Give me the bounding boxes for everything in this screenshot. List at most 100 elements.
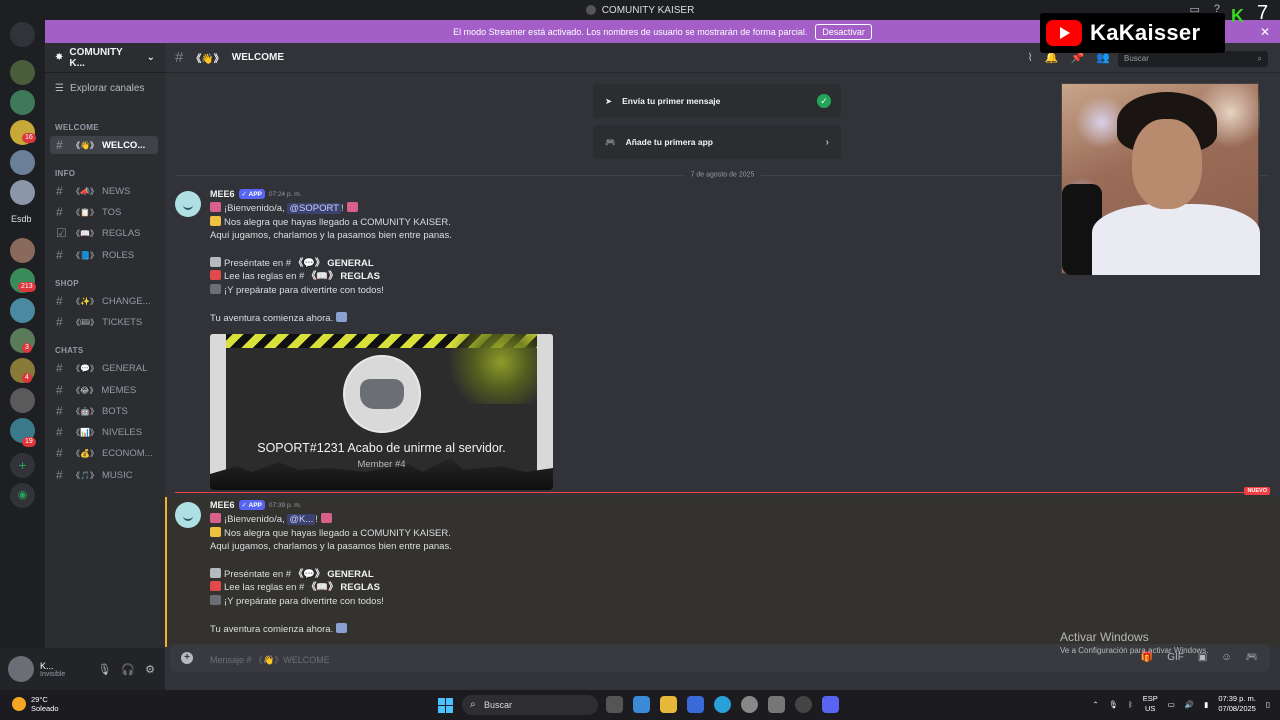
author-name[interactable]: MEE6 [210,189,235,199]
channel-label: NIVELES [101,426,143,438]
avatar[interactable] [8,656,34,682]
unread-badge: 213 [18,282,36,292]
gear-icon[interactable]: ⚙ [145,663,155,676]
channel-general[interactable]: # 《💬》 GENERAL [50,359,158,377]
microphone-icon[interactable]: 🎙 [1109,700,1119,709]
channel-change[interactable]: # 《✨》 CHANGE... [50,292,158,310]
channel-tos[interactable]: # 《📋》 TOS [50,203,158,221]
search-input[interactable]: Buscar ⌕ [1118,51,1268,67]
channel-niveles[interactable]: # 《📊》 NIVELES [50,423,158,441]
close-icon[interactable]: ✕ [1260,25,1270,39]
channel-tickets[interactable]: # 《🎟》 TICKETS [50,313,158,331]
language-indicator[interactable]: ESP US [1143,694,1158,714]
weather-widget[interactable]: 29°C Soleado [12,695,59,713]
explore-servers-icon[interactable]: ◉ [10,483,35,508]
sparkles-icon [210,595,221,606]
server-icon[interactable] [10,150,35,175]
message: MEE6 ✓ APP 07:39 p. m. ¡Bienvenido/a, @K… [175,500,1265,645]
channel-label: GENERAL [101,362,148,374]
bluetooth-icon[interactable]: ᛒ [1128,700,1133,709]
server-icon[interactable] [10,238,35,263]
channel-news[interactable]: # 《📣》 NEWS [50,182,158,200]
avatar[interactable] [175,191,201,217]
discord-home-icon[interactable] [10,22,35,47]
headphones-icon[interactable]: 🎧 [121,663,135,676]
server-icon[interactable] [10,90,35,115]
channel-sidebar: ✸ COMUNITY K... ⌄ ☰ Explorar canales WEL… [45,43,165,648]
chevron-up-icon[interactable]: ⌃ [1092,700,1098,709]
guild-header[interactable]: ✸ COMUNITY K... ⌄ [45,43,165,73]
server-icon[interactable] [10,180,35,205]
windows-start-icon[interactable] [438,698,453,713]
network-icon[interactable]: ▭ [1168,700,1175,709]
city-skyline [210,458,553,490]
speech-bubble-icon [210,567,221,578]
category-welcome[interactable]: WELCOME [55,123,99,132]
category-shop[interactable]: SHOP [55,279,79,288]
explore-channels[interactable]: ☰ Explorar canales [55,83,144,94]
volume-icon[interactable]: 🔊 [1185,700,1194,709]
user-mention[interactable]: @K... [287,514,316,525]
threads-icon[interactable]: ⌇ [1028,51,1033,64]
channel-link[interactable]: 《📖》 REGLAS [307,271,380,282]
welcome-image[interactable]: SOPORT#1231 Acabo de unirme al servidor.… [210,334,553,490]
notifications-icon[interactable]: ▯ [1266,700,1270,709]
check-icon: ✓ [817,94,831,108]
server-icon[interactable] [10,388,35,413]
system-tray: ⌃ 🎙 ᛒ ESP US ▭ 🔊 ▮ 07:39 p. m. 07/08/202… [1092,694,1270,714]
server-label[interactable]: Esdb [11,214,32,224]
wave-icon [210,215,221,226]
add-server-icon[interactable]: + [10,453,35,478]
message-text: Tu aventura comienza ahora. [210,312,334,324]
timestamp: 07:39 p. m. [268,501,302,509]
channel-reglas[interactable]: ☑ 《📖》 REGLAS [50,224,158,242]
settings-icon[interactable] [741,696,758,713]
author-name[interactable]: MEE6 [210,500,235,510]
channel-link[interactable]: 《📖》 REGLAS [307,582,380,593]
channel-memes[interactable]: # 《😂》 MEMES [50,381,158,399]
party-icon [320,513,332,523]
channel-welcome[interactable]: # 《👋》 WELCO... [50,136,158,154]
disable-streamer-button[interactable]: Desactivar [815,23,872,40]
hash-icon: # [56,446,63,460]
camera-icon[interactable] [768,696,785,713]
badge-label: APP [248,502,262,509]
onboarding-first-app[interactable]: 🎮 Añade tu primera app › [593,125,841,159]
user-status: Invisible [40,670,66,678]
discord-icon[interactable] [822,696,839,713]
avatar[interactable] [175,502,201,528]
channel-econom[interactable]: # 《💰》 ECONOM... [50,444,158,462]
hash-icon: # [56,248,63,262]
channel-roles[interactable]: # 《📘》 ROLES [50,246,158,264]
channel-label: TICKETS [102,316,143,328]
taskbar-search[interactable]: ⌕ Buscar [462,695,598,715]
channel-emoji: 《✨》 [72,296,98,306]
unread-badge: 3 [22,343,32,353]
channel-bots[interactable]: # 《🤖》 BOTS [50,402,158,420]
streamer-mode-text: El modo Streamer está activado. Los nomb… [453,26,808,37]
clock-time: 07:39 p. m. [1218,694,1256,703]
channel-link[interactable]: 《💬》 GENERAL [294,569,374,580]
copilot-icon[interactable] [633,696,650,713]
microphone-icon[interactable]: 🎙 [97,663,111,676]
apps-icon[interactable]: 🎮 [1246,652,1258,663]
add-attachment-icon[interactable]: + [181,652,193,664]
onboarding-first-message[interactable]: ➤ Envía tu primer mensaje ✓ [593,84,841,118]
file-explorer-icon[interactable] [660,696,677,713]
clock[interactable]: 07:39 p. m. 07/08/2025 [1218,694,1256,714]
unread-badge: 16 [22,133,36,143]
server-icon[interactable] [10,298,35,323]
category-chats[interactable]: CHATS [55,346,83,355]
edge-icon[interactable] [714,696,731,713]
channel-music[interactable]: # 《🎵》 MUSIC [50,466,158,484]
composer-placeholder: Mensaje # 《👋》WELCOME [210,655,330,665]
server-icon[interactable] [10,60,35,85]
user-mention[interactable]: @SOPORT [287,203,341,214]
store-icon[interactable] [687,696,704,713]
battery-icon[interactable]: ▮ [1204,700,1208,709]
channel-link[interactable]: 《💬》 GENERAL [294,258,374,269]
category-info[interactable]: INFO [55,169,75,178]
task-view-icon[interactable] [606,696,623,713]
obs-icon[interactable] [795,696,812,713]
emoji-icon[interactable]: ☺ [1221,652,1231,663]
